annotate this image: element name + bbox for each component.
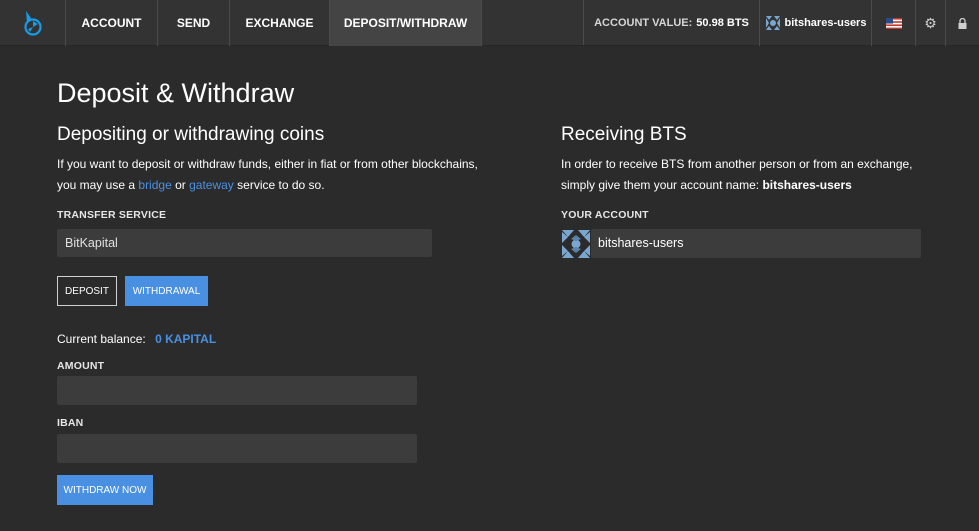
deposit-button[interactable]: DEPOSIT [57,276,117,306]
transfer-service-select[interactable]: BitKapital [57,229,432,257]
account-value-amount: 50.98 BTS [696,17,749,29]
bridge-link[interactable]: bridge [138,178,171,192]
deposit-section-title: Depositing or withdrawing coins [57,124,325,145]
your-account-value: bitshares-users [598,236,684,250]
nav-username: bitshares-users [784,17,867,29]
us-flag-icon [885,17,902,29]
deposit-desc-or: or [175,178,186,192]
bitshares-logo-icon[interactable] [0,0,66,46]
iban-label: IBAN [57,417,84,429]
page-title: Deposit & Withdraw [57,78,295,108]
top-navigation: ACCOUNT SEND EXCHANGE DEPOSIT/WITHDRAW A… [0,0,979,46]
receiving-section-title: Receiving BTS [561,124,687,145]
deposit-description: If you want to deposit or withdraw funds… [57,154,527,196]
withdrawal-button[interactable]: WITHDRAWAL [125,276,208,306]
withdraw-now-button[interactable]: WITHDRAW NOW [57,475,153,505]
amount-label: AMOUNT [57,360,105,372]
receiving-desc-prefix: simply give them your account name: [561,178,760,192]
receiving-desc-line1: In order to receive BTS from another per… [561,157,913,171]
amount-input[interactable] [57,376,417,405]
account-value-label: ACCOUNT VALUE: [594,17,693,29]
lock-button[interactable] [946,0,979,46]
identicon-avatar-icon [765,16,780,30]
balance-value: 0 KAPITAL [155,332,217,346]
account-value-display[interactable]: ACCOUNT VALUE: 50.98 BTS [584,0,760,46]
deposit-desc-line1: If you want to deposit or withdraw funds… [57,157,478,171]
current-balance: Current balance: 0 KAPITAL [57,332,216,346]
nav-deposit-withdraw-tab[interactable]: DEPOSIT/WITHDRAW [330,0,482,46]
gear-icon: ⚙ [924,14,937,31]
transfer-service-label: TRANSFER SERVICE [57,209,167,221]
receiving-description: In order to receive BTS from another per… [561,154,961,196]
nav-exchange-tab[interactable]: EXCHANGE [230,0,330,46]
identicon-avatar-icon [561,229,591,259]
nav-spacer [482,0,584,45]
your-account-label: YOUR ACCOUNT [561,209,649,221]
receiving-account-name: bitshares-users [762,178,852,192]
gateway-link[interactable]: gateway [189,178,234,192]
settings-button[interactable]: ⚙ [916,0,946,46]
deposit-desc-suffix: service to do so. [237,178,325,192]
nav-send-tab[interactable]: SEND [158,0,230,46]
language-selector[interactable] [872,0,916,46]
receiving-desc-line2: simply give them your account name: bits… [561,175,961,196]
transfer-service-value: BitKapital [65,236,118,250]
account-user-menu[interactable]: bitshares-users [760,0,872,46]
nav-account-tab[interactable]: ACCOUNT [66,0,158,46]
iban-input[interactable] [57,434,417,463]
deposit-desc-line2: you may use a bridge or gateway service … [57,175,527,196]
lock-icon [958,17,967,29]
your-account-field[interactable]: bitshares-users [561,229,921,259]
balance-label: Current balance: [57,332,146,346]
deposit-desc-prefix: you may use a [57,178,136,192]
